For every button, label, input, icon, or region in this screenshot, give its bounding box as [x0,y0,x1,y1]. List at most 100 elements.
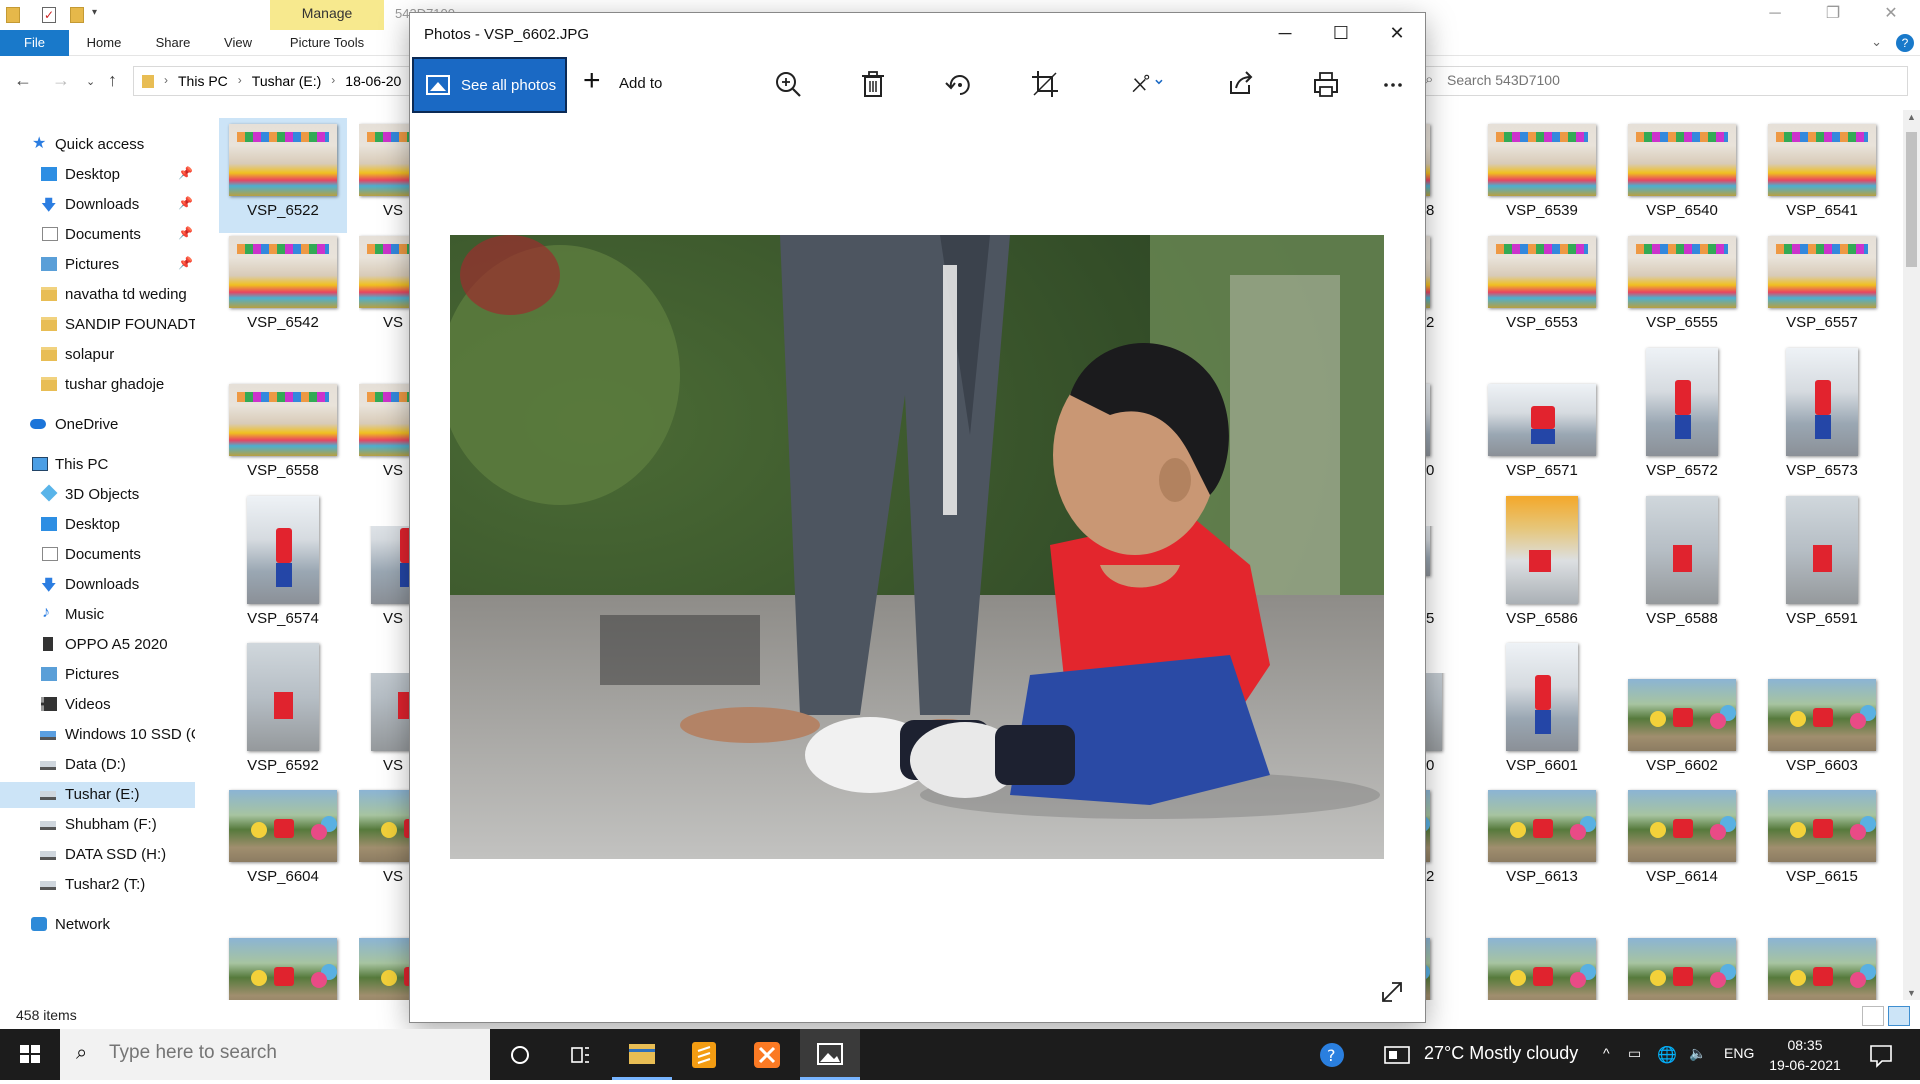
minimize-icon[interactable]: ─ [1746,0,1804,30]
battery-icon[interactable]: ▭ [1628,1045,1641,1062]
volume-icon[interactable]: 🔈 [1689,1045,1706,1062]
thumbnail[interactable]: VSP_6604 [219,784,347,899]
thumbnail[interactable] [1426,932,1456,1000]
thumbnail[interactable]: VSP_6557 [1758,230,1886,345]
nav-drive-f[interactable]: Shubham (F:) [0,812,195,838]
thumbnail[interactable]: 0 [1426,673,1456,788]
search-box[interactable]: ⌕ [1418,66,1908,96]
taskbar-search[interactable]: ⌕ [60,1029,490,1080]
close-icon[interactable]: ✕ [1369,13,1425,55]
action-center-button[interactable] [1860,1029,1902,1080]
edit-enhance-icon[interactable] [1127,65,1177,103]
task-view-button[interactable] [550,1029,610,1080]
nav-pictures[interactable]: Pictures 📌 [0,252,195,278]
thumbnail[interactable]: VSP_6615 [1758,784,1886,899]
nav-drive-h[interactable]: DATA SSD (H:) [0,842,195,868]
back-arrow-icon[interactable]: ← [14,70,32,91]
forward-arrow-icon[interactable]: → [52,70,70,91]
delete-icon[interactable] [854,65,892,103]
maximize-icon[interactable]: ☐ [1313,13,1369,55]
thumbnail[interactable]: VSP_6540 [1618,118,1746,233]
thumbnail[interactable] [1758,932,1886,1000]
add-to-button[interactable]: + Add to [583,55,693,113]
rotate-icon[interactable] [940,65,978,103]
nav-desktop[interactable]: Desktop 📌 [0,162,195,188]
taskbar-photos[interactable] [800,1029,860,1080]
breadcrumb-this-pc[interactable]: This PC [178,73,228,89]
globe-network-icon[interactable]: 🌐 [1657,1045,1677,1065]
thumbnail[interactable]: 5 [1426,526,1456,641]
scroll-up-icon[interactable]: ▲ [1903,112,1920,122]
nav-documents[interactable]: Documents 📌 [0,222,195,248]
help-tray-button[interactable]: ? [1312,1029,1352,1080]
nav-videos[interactable]: Videos [0,692,195,718]
thumbnail[interactable]: VSP_6541 [1758,118,1886,233]
news-weather-button[interactable] [1380,1029,1416,1080]
thumbnail[interactable]: VSP_6591 [1758,496,1886,641]
start-button[interactable] [0,1029,60,1080]
tab-home[interactable]: Home [80,30,128,56]
taskbar-file-explorer[interactable] [612,1029,672,1080]
thumbnail[interactable]: VSP_6555 [1618,230,1746,345]
nav-pc-pictures[interactable]: Pictures [0,662,195,688]
full-screen-icon[interactable] [1379,979,1405,1005]
expand-ribbon-icon[interactable]: ⌄ [1871,34,1882,52]
up-arrow-icon[interactable]: ↑ [108,70,117,91]
tab-share[interactable]: Share [148,30,198,56]
nav-3d-objects[interactable]: 3D Objects [0,482,195,508]
nav-network[interactable]: Network [0,912,195,938]
thumbnail[interactable]: 8 [1426,118,1456,233]
thumbnail[interactable]: VSP_6542 [219,230,347,345]
thumbnail[interactable]: VSP_6603 [1758,673,1886,788]
scroll-thumb[interactable] [1906,132,1917,267]
breadcrumb-folder[interactable]: 18-06-20 [345,73,401,89]
thumbnail[interactable] [1618,932,1746,1000]
displayed-photo[interactable] [450,235,1384,859]
breadcrumb-drive[interactable]: Tushar (E:) [252,73,322,89]
input-language[interactable]: ENG [1724,1045,1754,1061]
thumbnail[interactable]: VSP_6539 [1478,118,1606,233]
taskbar-sublime-text[interactable] [674,1029,734,1080]
see-all-photos-button[interactable]: See all photos [412,57,567,113]
recent-locations-icon[interactable]: ⌄ [86,75,95,88]
new-folder-icon[interactable] [70,7,84,23]
nav-pc-downloads[interactable]: 🡇 Downloads [0,572,195,598]
thumbnail[interactable]: VS [359,378,411,493]
cortana-button[interactable] [490,1029,550,1080]
thumbnail[interactable]: VS [359,230,411,345]
thumbnail[interactable]: VSP_6558 [219,378,347,493]
customize-toolbar-icon[interactable]: ▾ [92,7,106,23]
thumbnail[interactable]: VSP_6522 [219,118,347,233]
taskbar-xampp[interactable] [737,1029,797,1080]
close-icon[interactable]: ✕ [1862,0,1920,30]
thumbnail[interactable]: VSP_6602 [1618,673,1746,788]
thumbnail[interactable] [359,932,411,1000]
thumbnail[interactable]: 2 [1426,230,1456,345]
nav-drive-c[interactable]: Windows 10 SSD (C [0,722,195,748]
nav-drive-t[interactable]: Tushar2 (T:) [0,872,195,898]
thumbnail[interactable]: VSP_6592 [219,643,347,788]
thumbnail[interactable]: VS [359,118,411,233]
crop-icon[interactable] [1026,65,1064,103]
thumbnail[interactable]: VSP_6588 [1618,496,1746,641]
nav-folder-tushar[interactable]: tushar ghadoje [0,372,195,398]
thumbnail[interactable]: VSP_6571 [1478,378,1606,493]
thumbnail[interactable]: VSP_6601 [1478,643,1606,788]
thumbnail[interactable]: VSP_6553 [1478,230,1606,345]
zoom-in-icon[interactable] [769,65,807,103]
nav-downloads[interactable]: 🡇 Downloads 📌 [0,192,195,218]
minimize-icon[interactable]: ─ [1257,13,1313,55]
vertical-scrollbar[interactable]: ▲ ▼ [1903,110,1920,1000]
tab-view[interactable]: View [216,30,260,56]
thumbnail[interactable]: VSP_6572 [1618,348,1746,493]
nav-phone[interactable]: OPPO A5 2020 [0,632,195,658]
properties-icon[interactable]: ✓ [42,7,56,23]
details-view-icon[interactable] [1862,1006,1884,1026]
thumbnail[interactable]: VS [359,784,411,899]
clock[interactable]: 08:35 19-06-2021 [1760,1035,1850,1075]
taskbar-search-input[interactable] [109,1042,469,1064]
thumbnail[interactable]: VSP_6614 [1618,784,1746,899]
print-icon[interactable] [1307,65,1345,103]
nav-onedrive[interactable]: OneDrive [0,412,195,438]
nav-folder-solapur[interactable]: solapur [0,342,195,368]
